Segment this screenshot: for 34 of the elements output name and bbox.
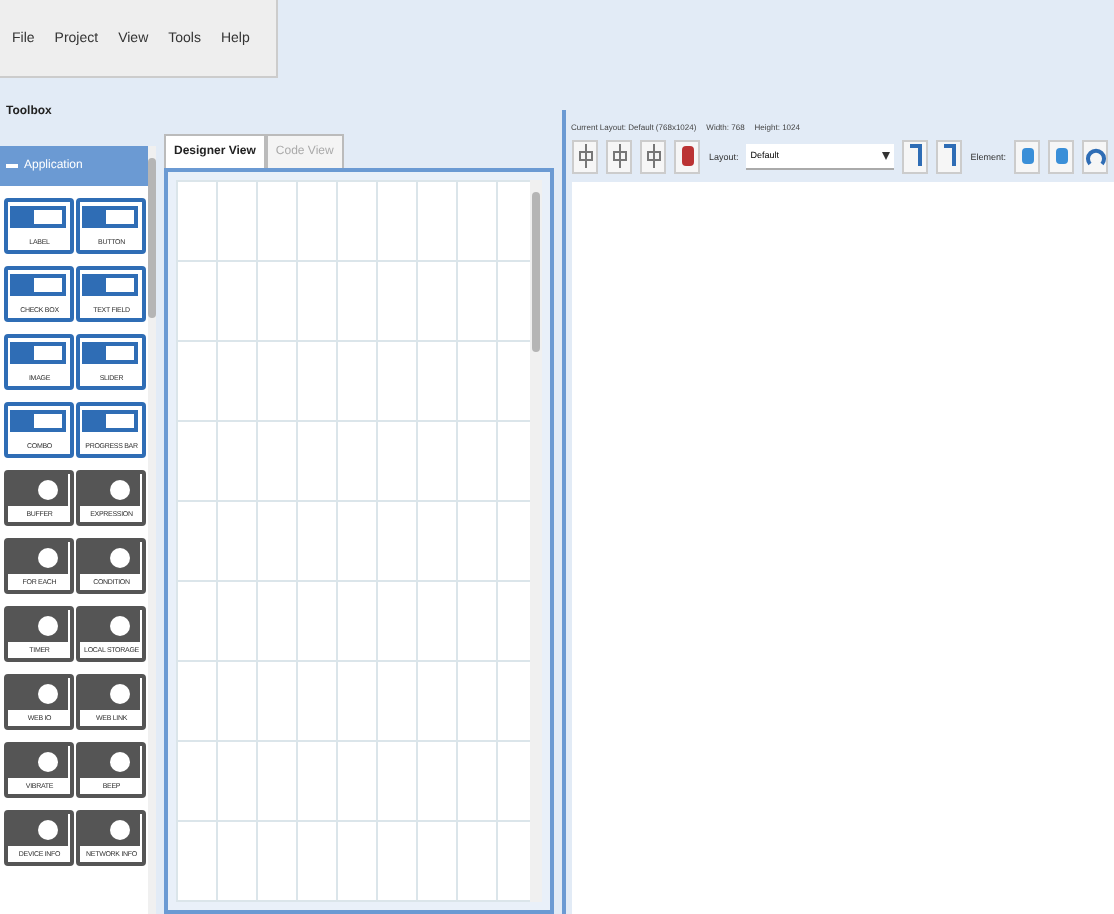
align-button[interactable] xyxy=(640,139,667,173)
block-icon xyxy=(8,746,68,778)
dropdown-icon xyxy=(882,151,891,159)
element-button[interactable] xyxy=(1014,139,1040,173)
element-button[interactable] xyxy=(1048,139,1074,173)
block-icon xyxy=(80,610,140,642)
align-button[interactable] xyxy=(572,139,599,173)
scrollbar[interactable] xyxy=(148,146,156,914)
page-button[interactable] xyxy=(902,139,929,173)
device-button[interactable] xyxy=(674,139,701,173)
block-icon xyxy=(8,610,68,642)
scrollbar[interactable] xyxy=(530,180,543,902)
widget-icon xyxy=(8,338,68,370)
widget-icon xyxy=(80,338,140,370)
block-icon xyxy=(8,542,68,574)
align-button[interactable] xyxy=(606,139,633,173)
widget-icon xyxy=(8,270,68,302)
widget-icon xyxy=(8,406,68,438)
block-icon xyxy=(80,542,140,574)
block-icon xyxy=(8,678,68,710)
block-icon xyxy=(80,678,140,710)
block-icon xyxy=(80,814,140,846)
widget-icon xyxy=(80,406,140,438)
block-icon xyxy=(80,746,140,778)
widget-icon xyxy=(80,270,140,302)
element-icon xyxy=(1021,148,1033,164)
block-icon xyxy=(8,474,68,506)
widget-icon xyxy=(80,202,140,234)
undo-icon[interactable] xyxy=(1082,139,1108,173)
block-icon xyxy=(80,474,140,506)
page-button[interactable] xyxy=(936,139,963,173)
element-icon xyxy=(1055,148,1067,164)
widget-icon xyxy=(8,202,68,234)
block-icon xyxy=(8,814,68,846)
